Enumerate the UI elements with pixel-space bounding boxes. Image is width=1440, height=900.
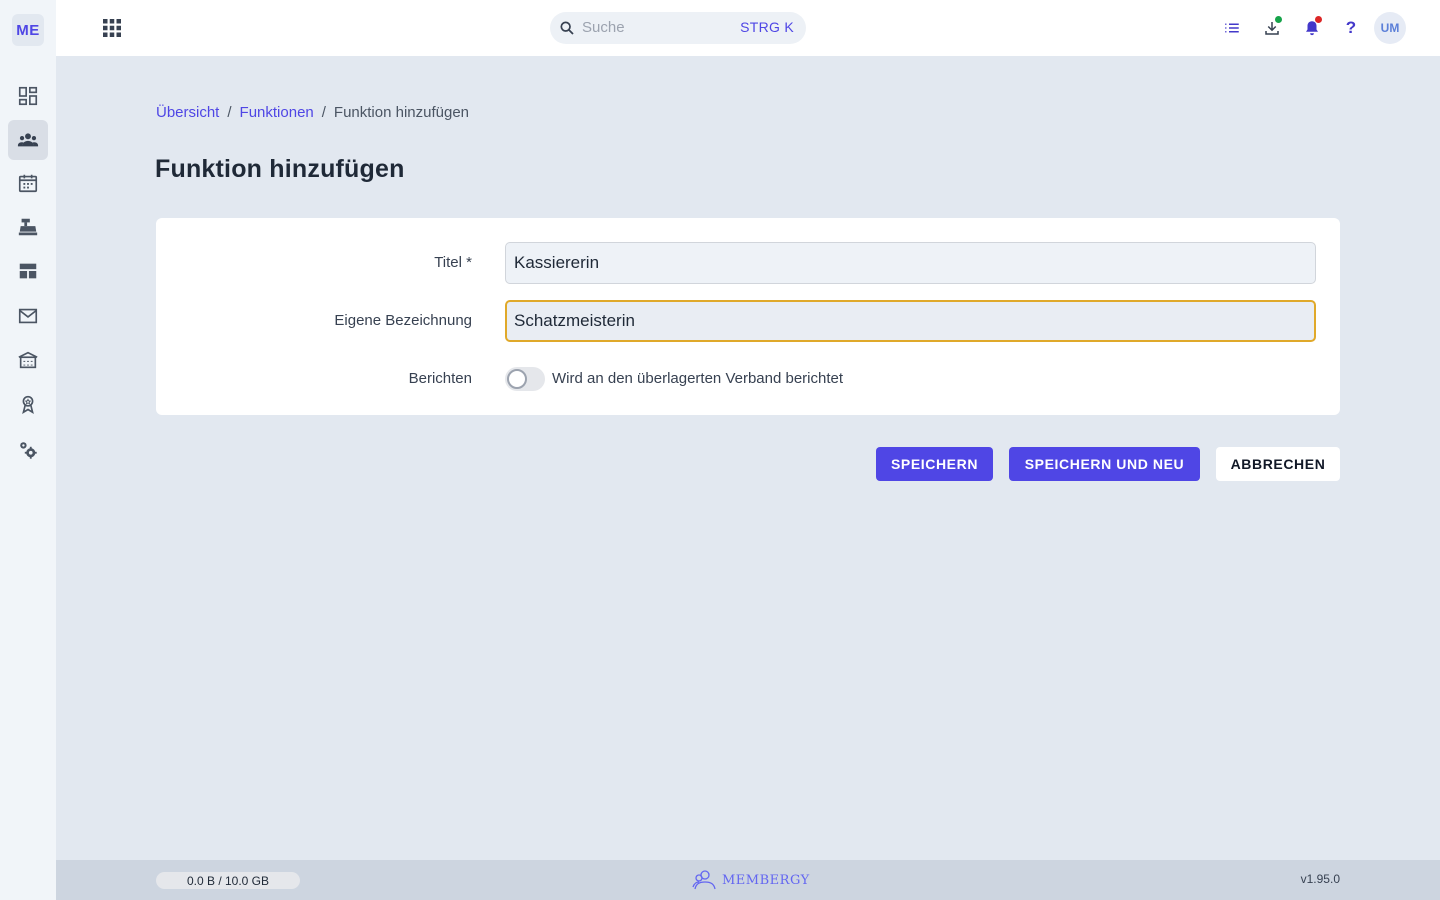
- sidebar: ME: [0, 0, 56, 900]
- members-icon: [17, 133, 39, 147]
- breadcrumb-separator: /: [227, 104, 232, 121]
- brand-name: MEMBERGY: [722, 872, 810, 888]
- nav-layout[interactable]: [8, 251, 48, 291]
- nav-calendar[interactable]: [8, 163, 48, 203]
- form-card: Titel * Kassiererin Eigene Bezeichnung S…: [156, 218, 1340, 415]
- search-placeholder: Suche: [582, 19, 625, 36]
- mail-icon: [18, 308, 38, 324]
- footer: 0.0 B / 10.0 GB MEMBERGY v1.95.0: [56, 860, 1440, 900]
- downloads-button[interactable]: [1260, 16, 1284, 40]
- breadcrumb-separator: /: [321, 104, 326, 121]
- membergy-logo-icon: [692, 870, 716, 890]
- dashboard-icon: [18, 86, 38, 106]
- nav-dashboard[interactable]: [8, 76, 48, 116]
- nav-awards[interactable]: [8, 384, 48, 424]
- app-version: v1.95.0: [1300, 872, 1340, 886]
- title-input[interactable]: Kassiererin: [505, 242, 1316, 284]
- breadcrumb-overview[interactable]: Übersicht: [156, 104, 219, 121]
- report-toggle[interactable]: [505, 367, 545, 391]
- breadcrumb-functions[interactable]: Funktionen: [240, 104, 314, 121]
- task-list-button[interactable]: [1220, 16, 1244, 40]
- calendar-icon: [18, 174, 38, 193]
- search-icon: [560, 21, 574, 35]
- list-icon: [1225, 23, 1239, 33]
- nav-members[interactable]: [8, 120, 48, 160]
- cancel-button[interactable]: ABBRECHEN: [1216, 447, 1340, 481]
- building-icon: [18, 351, 38, 369]
- apps-grid-icon[interactable]: [100, 16, 124, 40]
- report-toggle-text: Wird an den überlagerten Verband bericht…: [552, 370, 844, 387]
- nav-settings[interactable]: [8, 430, 48, 470]
- settings-icon: [20, 442, 37, 459]
- breadcrumb-current: Funktion hinzufügen: [333, 104, 470, 121]
- page-title: Funktion hinzufügen: [155, 155, 405, 183]
- user-avatar[interactable]: UM: [1374, 12, 1406, 44]
- award-icon: [22, 395, 34, 414]
- cash-register-icon: [18, 218, 38, 236]
- title-label: Titel *: [434, 254, 472, 271]
- topbar: Suche STRG K ? UM: [56, 0, 1440, 56]
- toggle-knob: [507, 369, 527, 389]
- notifications-button[interactable]: [1300, 16, 1324, 40]
- report-label: Berichten: [408, 370, 472, 387]
- brand-logo: MEMBERGY: [692, 869, 810, 891]
- app-logo[interactable]: ME: [12, 14, 44, 46]
- breadcrumb: Übersicht / Funktionen / Funktion hinzufügen: [156, 104, 469, 121]
- save-button[interactable]: SPEICHERN: [876, 447, 993, 481]
- search-shortcut: STRG K: [740, 19, 794, 35]
- save-and-new-button[interactable]: SPEICHERN UND NEU: [1009, 447, 1200, 481]
- storage-usage: 0.0 B / 10.0 GB: [156, 872, 300, 889]
- layout-icon: [19, 263, 37, 279]
- custom-name-input[interactable]: Schatzmeisterin: [505, 300, 1316, 342]
- nav-building[interactable]: [8, 340, 48, 380]
- nav-mail[interactable]: [8, 296, 48, 336]
- download-status-dot: [1275, 16, 1282, 23]
- notification-dot: [1315, 16, 1322, 23]
- custom-name-label: Eigene Bezeichnung: [334, 312, 472, 329]
- help-button[interactable]: ?: [1339, 16, 1363, 40]
- nav-cash-register[interactable]: [8, 207, 48, 247]
- search-input[interactable]: Suche STRG K: [550, 12, 806, 44]
